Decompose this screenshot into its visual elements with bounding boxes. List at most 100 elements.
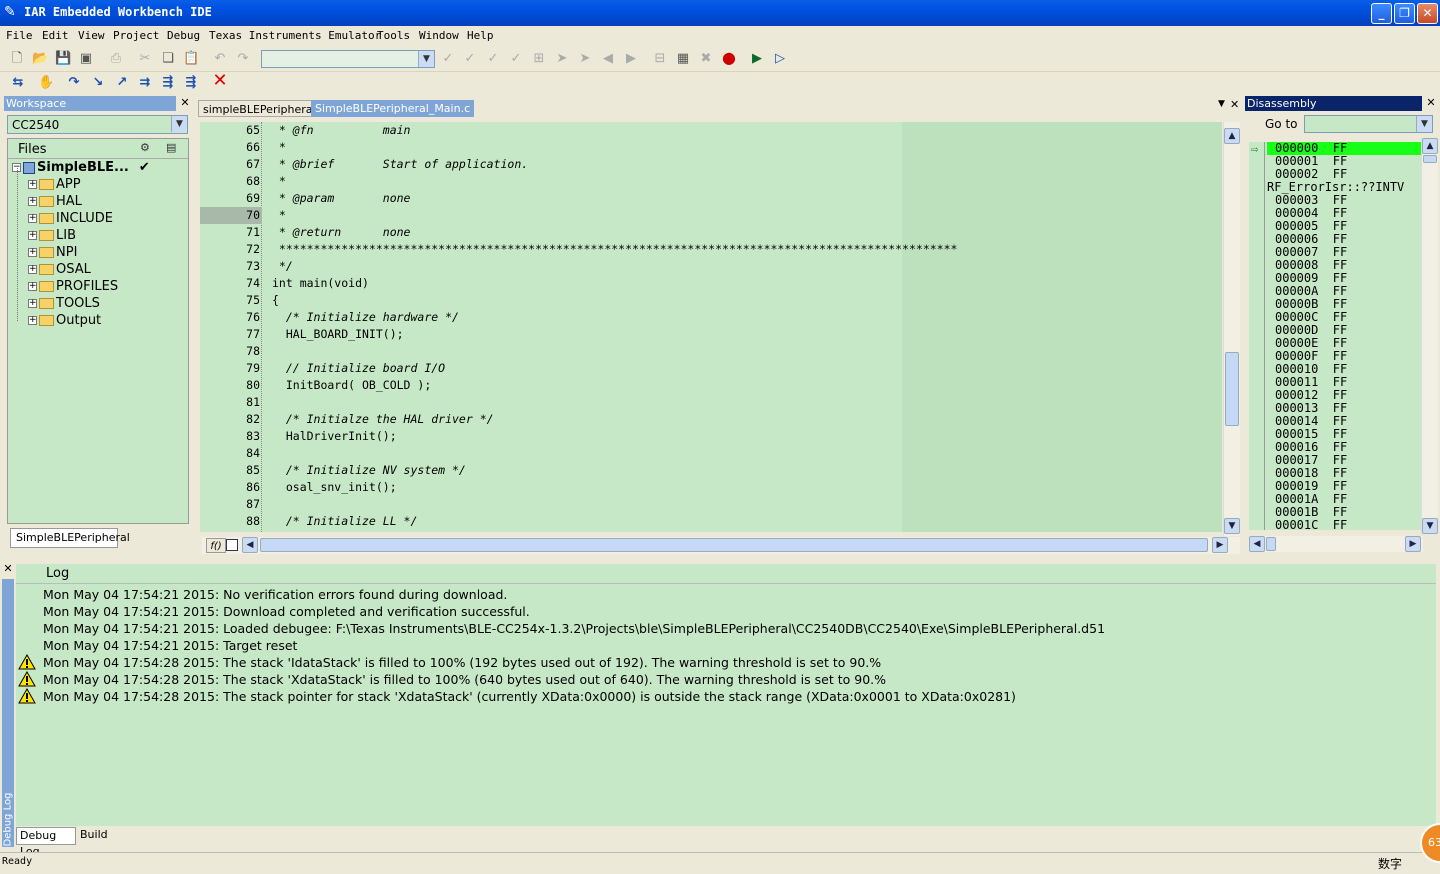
code-line[interactable]: 65 * @fn main	[200, 122, 1222, 139]
find-prev-icon[interactable]: ✓	[462, 51, 478, 67]
code-line[interactable]: 84	[200, 445, 1222, 462]
tab-list-icon[interactable]: ▼	[1218, 99, 1225, 109]
code-line[interactable]: 75 {	[200, 292, 1222, 309]
tab-simpleble-peripheral-main-c[interactable]: SimpleBLEPeripheral_Main.c	[311, 100, 475, 117]
code-line[interactable]: 70 *	[200, 207, 1222, 224]
close-window-button[interactable]: ✕	[1417, 3, 1438, 24]
expand-icon[interactable]: +	[28, 282, 37, 291]
menu-view[interactable]: View	[78, 29, 105, 42]
compile-icon[interactable]: ⊟	[652, 51, 668, 67]
tree-folder-lib[interactable]: + LIB	[28, 227, 76, 244]
disassembly-row[interactable]: 00001C FF	[1275, 519, 1347, 531]
menu-file[interactable]: File	[6, 29, 33, 42]
scroll-right-icon[interactable]: ▶	[1405, 536, 1421, 552]
download-debug-icon[interactable]: ▶	[749, 51, 765, 67]
step-out-icon[interactable]: ↗	[114, 75, 130, 91]
code-line[interactable]: 80 InitBoard( OB_COLD );	[200, 377, 1222, 394]
step-into-icon[interactable]: ↘	[90, 75, 106, 91]
menu-ti-emulator[interactable]: Texas Instruments Emulator	[209, 29, 381, 42]
tree-folder-npi[interactable]: + NPI	[28, 244, 77, 261]
find-in-files-icon[interactable]: ✓	[485, 51, 501, 67]
expand-icon[interactable]: +	[28, 316, 37, 325]
tab-debug-log[interactable]: Debug Log	[16, 827, 76, 858]
code-line[interactable]: 86 osal_snv_init();	[200, 479, 1222, 496]
tree-folder-profiles[interactable]: + PROFILES	[28, 278, 118, 295]
go-icon[interactable]: ⇶	[183, 75, 199, 91]
code-line[interactable]: 72 *************************************…	[200, 241, 1222, 258]
scroll-down-icon[interactable]: ▼	[1422, 518, 1438, 534]
menu-tools[interactable]: Tools	[377, 29, 410, 42]
tree-folder-output[interactable]: + Output	[28, 312, 101, 329]
code-line[interactable]: 71 * @return none	[200, 224, 1222, 241]
menu-edit[interactable]: Edit	[42, 29, 69, 42]
scroll-left-icon[interactable]: ◀	[1249, 536, 1265, 552]
split-box-icon[interactable]	[226, 539, 238, 551]
code-line[interactable]: 87	[200, 496, 1222, 513]
next-bookmark-icon[interactable]: ➤	[577, 51, 593, 67]
toggle-breakpoint-icon[interactable]: ●	[721, 50, 737, 66]
disassembly-scrollbar[interactable]: ▲ ▼	[1421, 138, 1438, 534]
code-line[interactable]: 67 * @brief Start of application.	[200, 156, 1222, 173]
close-workspace-icon[interactable]: ✕	[178, 96, 192, 110]
replace-icon[interactable]: ✓	[508, 51, 524, 67]
menu-debug[interactable]: Debug	[167, 29, 200, 42]
goto-icon[interactable]: ⊞	[531, 51, 547, 67]
scroll-down-icon[interactable]: ▼	[1224, 518, 1240, 534]
paste-icon[interactable]: 📋	[183, 51, 199, 67]
bookmark-icon[interactable]: ➤	[554, 51, 570, 67]
code-line[interactable]: 74 int main(void)	[200, 275, 1222, 292]
goto-combo[interactable]: ▼	[1304, 115, 1433, 133]
expand-icon[interactable]: +	[28, 214, 37, 223]
reset-icon[interactable]: ⇆	[10, 75, 26, 91]
expand-icon[interactable]: +	[28, 265, 37, 274]
run-to-cursor-icon[interactable]: ⇶	[160, 75, 176, 91]
find-next-icon[interactable]: ✓	[440, 51, 456, 67]
menu-window[interactable]: Window	[419, 29, 459, 42]
tree-folder-app[interactable]: + APP	[28, 176, 81, 193]
save-all-icon[interactable]: ▣	[78, 51, 94, 67]
code-line[interactable]: 82 /* Initialze the HAL driver */	[200, 411, 1222, 428]
open-folder-icon[interactable]: 📂	[32, 51, 48, 67]
close-log-icon[interactable]: ✕	[1, 562, 15, 576]
make-icon[interactable]: ▦	[675, 51, 691, 67]
stop-debugging-icon[interactable]: ✕	[212, 72, 228, 90]
code-line[interactable]: 88 /* Initialize LL */	[200, 513, 1222, 530]
code-line[interactable]: 81	[200, 394, 1222, 411]
tree-folder-osal[interactable]: + OSAL	[28, 261, 91, 278]
code-line[interactable]: 83 HalDriverInit();	[200, 428, 1222, 445]
chevron-down-icon[interactable]: ▼	[418, 51, 434, 67]
scroll-up-icon[interactable]: ▲	[1422, 138, 1438, 154]
step-over-icon[interactable]: ↷	[66, 75, 82, 91]
redo-icon[interactable]: ↷	[235, 51, 251, 67]
menu-project[interactable]: Project	[113, 29, 159, 42]
scroll-up-icon[interactable]: ▲	[1224, 128, 1240, 144]
menu-help[interactable]: Help	[467, 29, 494, 42]
next-statement-icon[interactable]: ⇉	[137, 75, 153, 91]
tree-root[interactable]: − SimpleBLE... ✔	[12, 159, 150, 176]
horizontal-thumb[interactable]	[260, 538, 1208, 552]
editor-vertical-scrollbar[interactable]: ▲ ▼	[1223, 122, 1240, 536]
expand-icon[interactable]: +	[28, 231, 37, 240]
save-icon[interactable]: 💾	[55, 51, 71, 67]
code-line[interactable]: 68 *	[200, 173, 1222, 190]
undo-icon[interactable]: ↶	[212, 51, 228, 67]
debug-without-download-icon[interactable]: ▷	[772, 51, 788, 67]
stop-build-icon[interactable]: ✖	[698, 51, 714, 67]
print-icon[interactable]: ⎙	[108, 51, 124, 67]
break-icon[interactable]: ✋	[38, 75, 54, 91]
tree-folder-include[interactable]: + INCLUDE	[28, 210, 113, 227]
new-file-icon[interactable]: 🗋	[9, 51, 25, 67]
scroll-left-icon[interactable]: ◀	[242, 537, 258, 553]
navigate-forward-icon[interactable]: ▶	[623, 51, 639, 67]
editor-horizontal-scrollbar[interactable]: f() ◀ ▶	[202, 537, 1240, 554]
code-line[interactable]: 77 HAL_BOARD_INIT();	[200, 326, 1222, 343]
expand-icon[interactable]: +	[28, 197, 37, 206]
table-icon[interactable]: ▤	[166, 141, 176, 154]
log-area[interactable]: Log Mon May 04 17:54:21 2015: No verific…	[16, 564, 1436, 826]
expand-icon[interactable]: +	[28, 248, 37, 257]
navigate-back-icon[interactable]: ◀	[600, 51, 616, 67]
copy-icon[interactable]: ❏	[160, 51, 176, 67]
code-line[interactable]: 69 * @param none	[200, 190, 1222, 207]
code-view[interactable]: 65 * @fn main 66 * 67 * @brief Start of ap…	[200, 122, 1222, 532]
chevron-down-icon[interactable]: ▼	[1416, 116, 1432, 132]
